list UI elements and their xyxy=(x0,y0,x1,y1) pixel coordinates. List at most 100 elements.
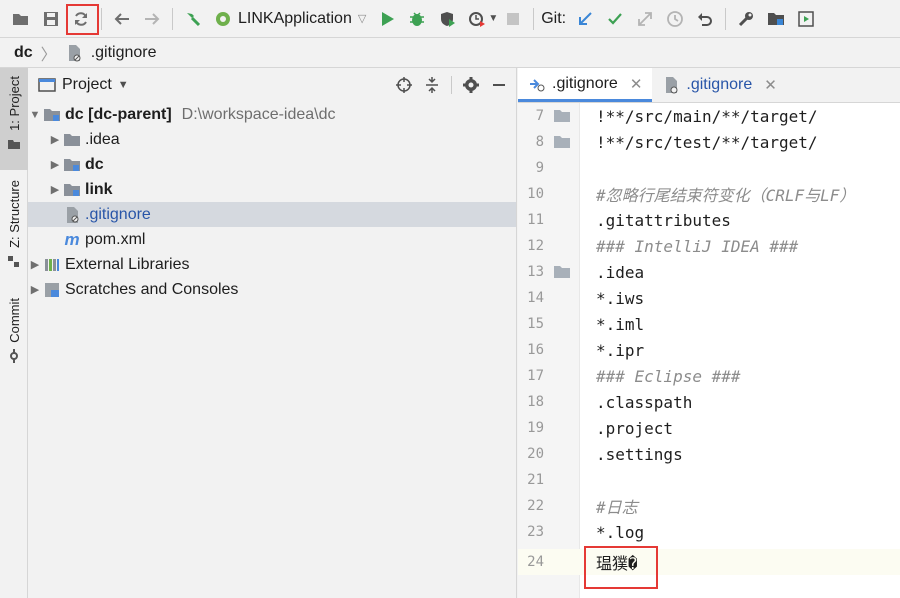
folder-gutter-icon xyxy=(544,135,580,149)
expanded-arrow-icon[interactable]: ▼ xyxy=(28,109,42,121)
close-icon[interactable]: ✕ xyxy=(630,75,643,93)
locate-icon[interactable] xyxy=(395,76,413,94)
collapse-all-icon[interactable] xyxy=(423,76,441,94)
code-line[interactable]: 16 *.ipr xyxy=(518,337,900,363)
tree-item-dc[interactable]: ▶ dc xyxy=(28,152,516,177)
save-all-button[interactable] xyxy=(36,4,66,34)
code-line[interactable]: 11 .gitattributes xyxy=(518,207,900,233)
git-history-button[interactable] xyxy=(660,4,690,34)
gear-icon[interactable] xyxy=(462,76,480,94)
code-line[interactable]: 22 #日志 xyxy=(518,493,900,519)
git-rollback-button[interactable] xyxy=(690,4,720,34)
code-line[interactable]: 7 !**/src/main/**/target/ xyxy=(518,103,900,129)
side-tab-commit[interactable]: Commit xyxy=(0,298,28,378)
code-line[interactable]: 12 ### IntelliJ IDEA ### xyxy=(518,233,900,259)
git-commit-button[interactable] xyxy=(600,4,630,34)
collapsed-arrow-icon[interactable]: ▶ xyxy=(48,183,62,196)
git-pull-requests-button[interactable] xyxy=(630,4,660,34)
profile-button[interactable] xyxy=(462,4,492,34)
toolbar-separator xyxy=(172,7,173,30)
code-line[interactable]: 21 xyxy=(518,467,900,493)
code-text: .settings xyxy=(596,444,683,464)
maven-icon: m xyxy=(64,229,80,249)
side-tab-structure[interactable]: Z: Structure xyxy=(0,180,28,280)
code-line-current[interactable]: 24 瑥獛� xyxy=(518,549,900,575)
tree-item-label: dc [dc-parent] xyxy=(65,105,172,123)
tree-item-link[interactable]: ▶ link xyxy=(28,177,516,202)
tree-item-pom[interactable]: m pom.xml xyxy=(28,227,516,252)
code-line[interactable]: 18 .classpath xyxy=(518,389,900,415)
tree-item-label: pom.xml xyxy=(85,230,146,248)
chevron-down-icon[interactable]: ▼ xyxy=(118,79,129,91)
collapsed-arrow-icon[interactable]: ▶ xyxy=(28,283,42,296)
play-icon xyxy=(382,11,395,26)
side-tab-project[interactable]: 1: Project xyxy=(0,68,28,170)
code-comment: #忽略行尾结束符变化（CRLF与LF） xyxy=(596,186,856,205)
tree-item-idea[interactable]: ▶ .idea xyxy=(28,127,516,152)
folder-grid-icon xyxy=(768,12,785,25)
tree-item-label: .gitignore xyxy=(85,205,151,223)
code-text: .gitattributes xyxy=(596,210,731,230)
tree-item-gitignore[interactable]: .gitignore xyxy=(28,202,516,227)
run-configuration-selector[interactable]: LINKApplication ▽ xyxy=(208,5,372,33)
run-anything-button[interactable] xyxy=(791,4,821,34)
chevron-down-icon: ▽ xyxy=(357,13,367,25)
profiler-icon xyxy=(469,11,486,27)
code-line[interactable]: 8 !**/src/test/**/target/ xyxy=(518,129,900,155)
arrow-left-icon xyxy=(114,12,129,25)
project-structure-button[interactable] xyxy=(761,4,791,34)
module-folder-icon xyxy=(42,106,62,124)
wrench-icon xyxy=(739,11,754,26)
code-line[interactable]: 20 .settings xyxy=(518,441,900,467)
code-line[interactable]: 15 *.iml xyxy=(518,311,900,337)
debug-button[interactable] xyxy=(402,4,432,34)
line-number: 13 xyxy=(527,264,544,280)
spring-boot-icon xyxy=(216,11,230,26)
open-folder-button[interactable] xyxy=(6,4,36,34)
back-button[interactable] xyxy=(107,4,137,34)
code-line[interactable]: 14 *.iws xyxy=(518,285,900,311)
code-comment: #日志 xyxy=(596,498,638,517)
build-button[interactable] xyxy=(178,4,208,34)
code-text: .classpath xyxy=(596,392,693,412)
code-line[interactable]: 10 #忽略行尾结束符变化（CRLF与LF） xyxy=(518,181,900,207)
forward-button[interactable] xyxy=(137,4,167,34)
code-line[interactable]: 17 ### Eclipse ### xyxy=(518,363,900,389)
git-label: Git: xyxy=(541,9,567,27)
side-tab-structure-label: Z: Structure xyxy=(6,180,22,248)
breadcrumb-root[interactable]: dc xyxy=(14,44,33,62)
run-config-label: LINKApplication xyxy=(238,9,352,27)
tree-item-dc-parent[interactable]: ▼ dc [dc-parent] D:\workspace-idea\dc xyxy=(28,102,516,127)
code-line[interactable]: 9 xyxy=(518,155,900,181)
minimize-icon[interactable] xyxy=(490,76,508,94)
checkmark-icon xyxy=(608,12,622,25)
hammer-icon xyxy=(187,12,201,26)
code-comment: ### IntelliJ IDEA ### xyxy=(596,236,799,256)
code-text: !**/src/test/**/target/ xyxy=(596,132,818,152)
settings-button[interactable] xyxy=(731,4,761,34)
collapsed-arrow-icon[interactable]: ▶ xyxy=(28,258,42,271)
collapsed-arrow-icon[interactable]: ▶ xyxy=(48,158,62,171)
coverage-button[interactable] xyxy=(432,4,462,34)
collapsed-arrow-icon[interactable]: ▶ xyxy=(48,133,62,146)
breadcrumb-file[interactable]: .gitignore xyxy=(91,44,157,62)
tree-item-external-libraries[interactable]: ▶ External Libraries xyxy=(28,252,516,277)
editor-tab-label: .gitignore xyxy=(552,74,618,92)
gitignore-file-icon xyxy=(666,77,678,94)
code-text: *.iws xyxy=(596,288,645,308)
code-line[interactable]: 13 .idea xyxy=(518,259,900,285)
close-icon[interactable]: ✕ xyxy=(764,76,777,94)
stop-button[interactable] xyxy=(498,4,528,34)
project-view-title[interactable]: Project xyxy=(62,76,112,94)
editor-tab-gitignore-1[interactable]: .gitignore ✕ xyxy=(518,68,653,102)
project-tool-window: Project ▼ ▼ dc [dc-parent] D:\workspace-… xyxy=(28,68,517,598)
run-button[interactable] xyxy=(372,4,402,34)
line-number: 10 xyxy=(527,186,544,202)
line-number: 14 xyxy=(527,290,544,306)
tree-item-label: External Libraries xyxy=(65,255,190,273)
code-line[interactable]: 19 .project xyxy=(518,415,900,441)
git-update-button[interactable] xyxy=(570,4,600,34)
editor-tab-gitignore-2[interactable]: .gitignore ✕ xyxy=(652,68,786,102)
code-line[interactable]: 23 *.log xyxy=(518,519,900,545)
tree-item-scratches[interactable]: ▶ Scratches and Consoles xyxy=(28,277,516,302)
